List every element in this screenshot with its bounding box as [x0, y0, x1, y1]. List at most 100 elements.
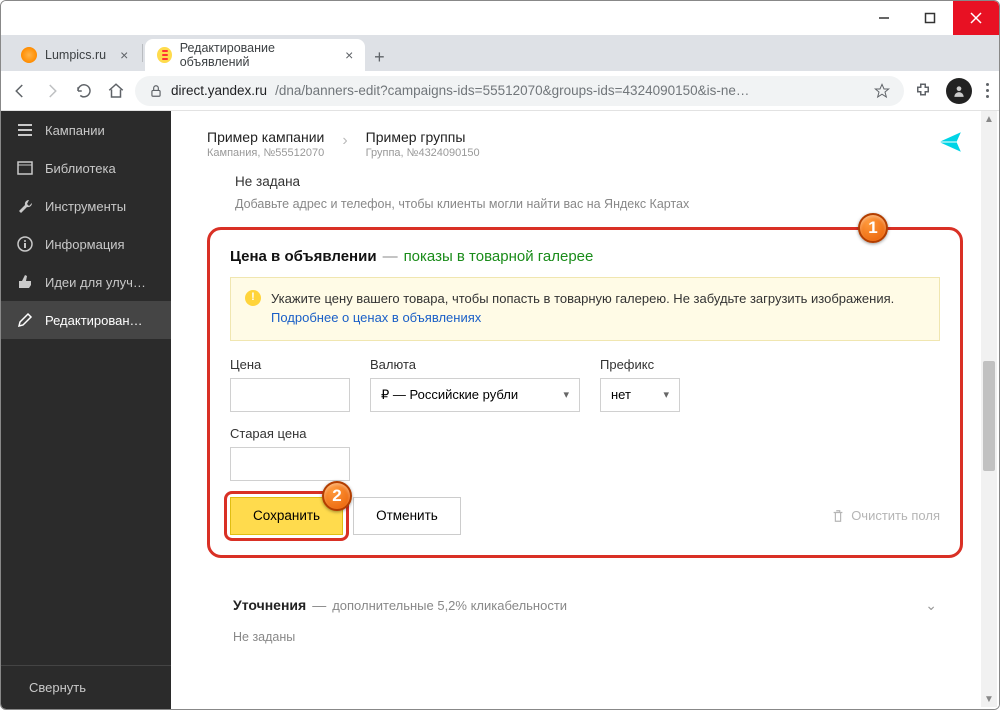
- address-block: Не задана Добавьте адрес и телефон, чтоб…: [207, 170, 963, 227]
- sidebar-item-library[interactable]: Библиотека: [1, 149, 171, 187]
- clarifications-title: Уточнения: [233, 597, 306, 613]
- chevron-down-icon: ▾: [663, 388, 669, 401]
- send-button[interactable]: [937, 129, 963, 160]
- info-link[interactable]: Подробнее о ценах в объявлениях: [271, 310, 481, 325]
- lock-icon: [149, 84, 163, 98]
- breadcrumb-campaign-sub: Кампания, №55512070: [207, 147, 324, 159]
- browser-menu-icon[interactable]: [986, 83, 989, 98]
- tab-label: Lumpics.ru: [45, 48, 106, 62]
- minimize-icon: [878, 12, 890, 24]
- trash-icon: [831, 509, 845, 523]
- price-panel-title: Цена в объявлении: [230, 248, 377, 265]
- clear-fields-label: Очистить поля: [851, 508, 940, 523]
- prefix-label: Префикс: [600, 357, 680, 372]
- tab-strip: Lumpics.ru × Редактирование объявлений ×…: [1, 35, 999, 71]
- breadcrumb-group-sub: Группа, №4324090150: [366, 147, 480, 159]
- window-minimize-button[interactable]: [861, 1, 907, 35]
- sidebar-item-info[interactable]: Информация: [1, 225, 171, 263]
- content-area: Пример кампании Кампания, №55512070 › Пр…: [171, 111, 999, 709]
- old-price-input[interactable]: [230, 447, 350, 481]
- price-panel-header: Цена в объявлении — показы в товарной га…: [230, 248, 940, 265]
- chevron-right-icon: ›: [342, 132, 347, 150]
- scroll-down-icon[interactable]: ▼: [981, 691, 997, 707]
- nav-forward-icon[interactable]: [43, 82, 61, 100]
- nav-reload-icon[interactable]: [75, 82, 93, 100]
- old-price-label: Старая цена: [230, 426, 350, 441]
- sidebar-item-label: Идеи для улуч…: [45, 275, 146, 290]
- pencil-icon: [17, 312, 33, 328]
- breadcrumb-group[interactable]: Пример группы Группа, №4324090150: [366, 129, 480, 159]
- info-notice: ! Укажите цену вашего товара, чтобы попа…: [230, 277, 940, 341]
- prefix-value: нет: [611, 387, 631, 402]
- sidebar-item-tools[interactable]: Инструменты: [1, 187, 171, 225]
- price-input[interactable]: [230, 378, 350, 412]
- menu-icon: [17, 122, 33, 138]
- address-bar: direct.yandex.ru/dna/banners-edit?campai…: [1, 71, 999, 111]
- currency-value: ₽ — Российские рубли: [381, 387, 518, 403]
- currency-select[interactable]: ₽ — Российские рубли ▾: [370, 378, 580, 412]
- nav-back-icon[interactable]: [11, 82, 29, 100]
- sidebar-item-label: Информация: [45, 237, 125, 252]
- maximize-icon: [924, 12, 936, 24]
- breadcrumb-campaign-title: Пример кампании: [207, 129, 324, 145]
- favicon-yandex-direct-icon: [157, 47, 171, 63]
- avatar-icon: [952, 84, 966, 98]
- sidebar-item-campaigns[interactable]: Кампании: [1, 111, 171, 149]
- window-maximize-button[interactable]: [907, 1, 953, 35]
- tab-label: Редактирование объявлений: [180, 41, 331, 69]
- clarifications-section[interactable]: Уточнения — дополнительные 5,2% кликабел…: [207, 580, 963, 630]
- thumb-icon: [17, 274, 33, 290]
- collapse-label: Свернуть: [29, 680, 86, 695]
- callout-badge-1: 1: [858, 213, 888, 243]
- clarifications-note: дополнительные 5,2% кликабельности: [332, 598, 567, 613]
- tab-lumpics[interactable]: Lumpics.ru ×: [9, 39, 140, 71]
- sidebar-item-label: Инструменты: [45, 199, 126, 214]
- breadcrumb-campaign[interactable]: Пример кампании Кампания, №55512070: [207, 129, 324, 159]
- extensions-icon[interactable]: [914, 82, 932, 100]
- window-close-button[interactable]: [953, 1, 999, 35]
- price-panel: 1 Цена в объявлении — показы в товарной …: [207, 227, 963, 558]
- omnibox[interactable]: direct.yandex.ru/dna/banners-edit?campai…: [135, 76, 904, 106]
- address-status: Не задана: [235, 174, 963, 189]
- tab-close-icon[interactable]: ×: [120, 47, 128, 63]
- omnibox-path: /dna/banners-edit?campaigns-ids=55512070…: [275, 83, 749, 98]
- scrollbar-thumb[interactable]: [983, 361, 995, 471]
- chevron-down-icon: ▾: [563, 388, 569, 401]
- new-tab-button[interactable]: +: [365, 43, 393, 71]
- clear-fields-button[interactable]: Очистить поля: [831, 508, 940, 523]
- gallery-link[interactable]: показы в товарной галерее: [404, 248, 594, 265]
- info-icon: [17, 236, 33, 252]
- sidebar-item-label: Редактирован…: [45, 313, 143, 328]
- sidebar-item-label: Кампании: [45, 123, 105, 138]
- nav-home-icon[interactable]: [107, 82, 125, 100]
- prefix-field: Префикс нет ▾: [600, 357, 680, 412]
- dash: —: [312, 597, 326, 613]
- send-icon: [937, 129, 963, 155]
- scrollbar[interactable]: ▲ ▼: [981, 111, 997, 707]
- scroll-up-icon[interactable]: ▲: [981, 111, 997, 127]
- profile-avatar[interactable]: [946, 78, 972, 104]
- bookmark-star-icon[interactable]: [874, 83, 890, 99]
- price-label: Цена: [230, 357, 350, 372]
- cancel-button[interactable]: Отменить: [353, 497, 461, 535]
- tab-yandex-direct[interactable]: Редактирование объявлений ×: [145, 39, 365, 71]
- sidebar-collapse-button[interactable]: Свернуть: [1, 665, 171, 709]
- sidebar-item-edit[interactable]: Редактирован…: [1, 301, 171, 339]
- tab-close-icon[interactable]: ×: [345, 47, 353, 63]
- close-icon: [970, 12, 982, 24]
- breadcrumb: Пример кампании Кампания, №55512070 › Пр…: [207, 111, 963, 170]
- breadcrumb-group-title: Пример группы: [366, 129, 480, 145]
- sidebar-item-ideas[interactable]: Идеи для улуч…: [1, 263, 171, 301]
- callout-badge-2: 2: [322, 481, 352, 511]
- favicon-lumpics-icon: [21, 47, 37, 63]
- sidebar: Кампании Библиотека Инструменты Информац…: [1, 111, 171, 709]
- wrench-icon: [17, 198, 33, 214]
- chevron-down-icon: ⌄: [925, 597, 937, 614]
- prefix-select[interactable]: нет ▾: [600, 378, 680, 412]
- dash: —: [383, 248, 398, 265]
- info-icon: !: [245, 290, 261, 306]
- omnibox-host: direct.yandex.ru: [171, 83, 267, 98]
- address-hint: Добавьте адрес и телефон, чтобы клиенты …: [235, 197, 963, 211]
- currency-label: Валюта: [370, 357, 580, 372]
- currency-field: Валюта ₽ — Российские рубли ▾: [370, 357, 580, 412]
